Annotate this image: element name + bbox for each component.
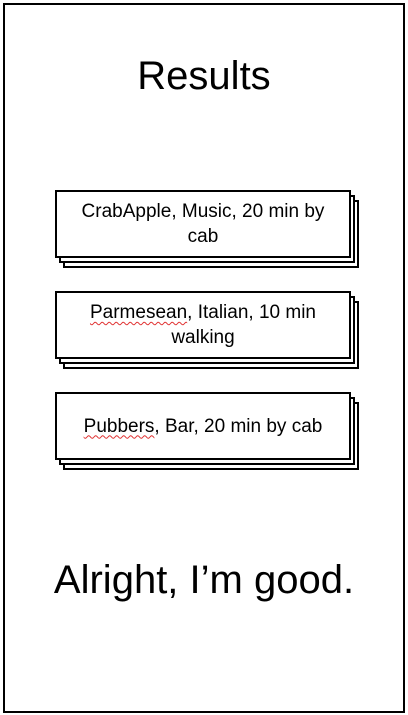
result-card-parmesean[interactable]: Parmesean, Italian, 10 min walking [55, 291, 361, 371]
result-card-crabapple[interactable]: CrabApple, Music, 20 min by cab [55, 190, 361, 270]
result-card-text[interactable]: Pubbers, Bar, 20 min by cab [55, 392, 351, 460]
result-card-pubbers[interactable]: Pubbers, Bar, 20 min by cab [55, 392, 361, 472]
result-details: , Italian, 10 min walking [171, 302, 316, 348]
result-details: , Bar, 20 min by cab [154, 415, 323, 437]
result-card-text[interactable]: Parmesean, Italian, 10 min walking [55, 291, 351, 359]
confirm-button[interactable]: Alright, I’m good. [0, 556, 408, 604]
result-name: Pubbers [83, 415, 155, 437]
page-title: Results [137, 54, 271, 98]
result-card-text[interactable]: CrabApple, Music, 20 min by cab [55, 190, 351, 258]
result-name: Parmesean [89, 302, 188, 323]
result-name: CrabApple [81, 201, 172, 222]
result-details: , Music, 20 min by cab [171, 201, 325, 247]
